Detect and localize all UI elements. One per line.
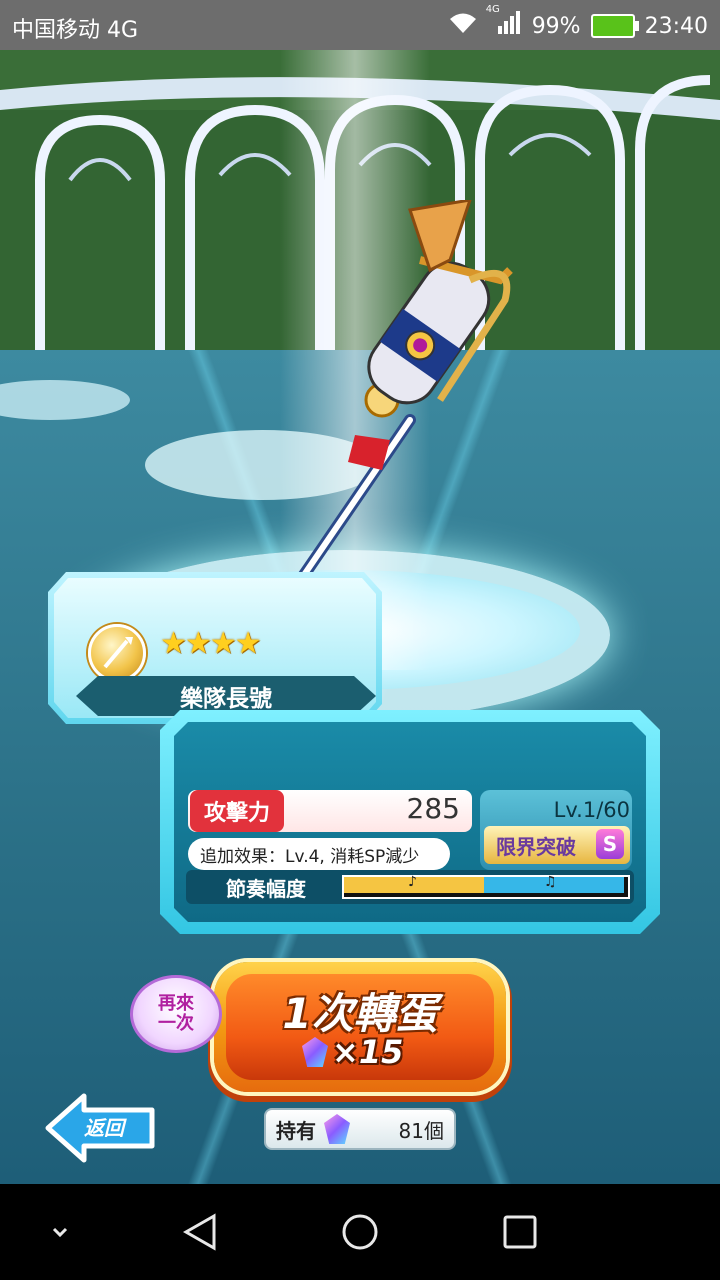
owned-gem-icon bbox=[324, 1114, 350, 1144]
attack-value: 285 bbox=[406, 792, 460, 825]
status-right: 4G 99% 23:40 bbox=[448, 4, 708, 42]
gem-icon bbox=[302, 1037, 328, 1067]
hide-nav-icon[interactable] bbox=[30, 1184, 90, 1280]
back-button[interactable]: 返回 bbox=[44, 1090, 156, 1166]
clock: 23:40 bbox=[644, 13, 708, 39]
attack-label: 攻擊力 bbox=[190, 790, 284, 832]
network-type-label: 4G bbox=[485, 4, 500, 15]
spin-cost-text: ×15 bbox=[332, 1033, 404, 1071]
again-line1: 再來 bbox=[158, 993, 194, 1014]
navigation-bar bbox=[0, 1184, 720, 1280]
owned-count: 81個 bbox=[398, 1118, 444, 1143]
back-nav-icon[interactable] bbox=[170, 1184, 230, 1280]
battery-percent: 99% bbox=[531, 13, 581, 39]
signal-icon: 4G bbox=[486, 4, 522, 42]
again-badge[interactable]: 再來 一次 bbox=[130, 975, 222, 1053]
owned-gems: 持有 81個 bbox=[264, 1108, 456, 1150]
double-note-icon: ♫ bbox=[544, 874, 557, 890]
limit-break-s-badge: S bbox=[596, 829, 624, 859]
rhythm-label: 節奏幅度 bbox=[226, 877, 306, 901]
battery-icon bbox=[590, 14, 639, 38]
trombone-weapon-image bbox=[274, 200, 513, 616]
home-nav-icon[interactable] bbox=[330, 1184, 390, 1280]
rarity-stars: ★★★★ bbox=[160, 626, 262, 661]
carrier-label: 中国移动 4G bbox=[12, 18, 139, 43]
wifi-icon bbox=[448, 11, 478, 41]
single-spin-label[interactable]: 1次轉蛋 bbox=[226, 980, 494, 1041]
back-label: 返回 bbox=[84, 1116, 124, 1140]
owned-label: 持有 bbox=[276, 1118, 316, 1143]
again-line2: 一次 bbox=[158, 1013, 194, 1034]
single-note-icon: ♪ bbox=[408, 874, 417, 890]
weapon-type-icon bbox=[88, 624, 146, 682]
level-text: Lv.1/60 bbox=[553, 798, 630, 822]
additional-effect: 追加效果：Lv.4, 消耗SP減少 bbox=[188, 838, 450, 870]
recents-nav-icon[interactable] bbox=[490, 1184, 550, 1280]
limit-break-label: 限界突破 bbox=[496, 834, 576, 859]
spin-cost[interactable]: ×15 bbox=[302, 1033, 403, 1071]
status-bar: 中国移动 4G 4G 99% 23:40 bbox=[0, 0, 720, 50]
weapon-name-panel: ★★★★ 樂隊長號 bbox=[48, 572, 382, 724]
